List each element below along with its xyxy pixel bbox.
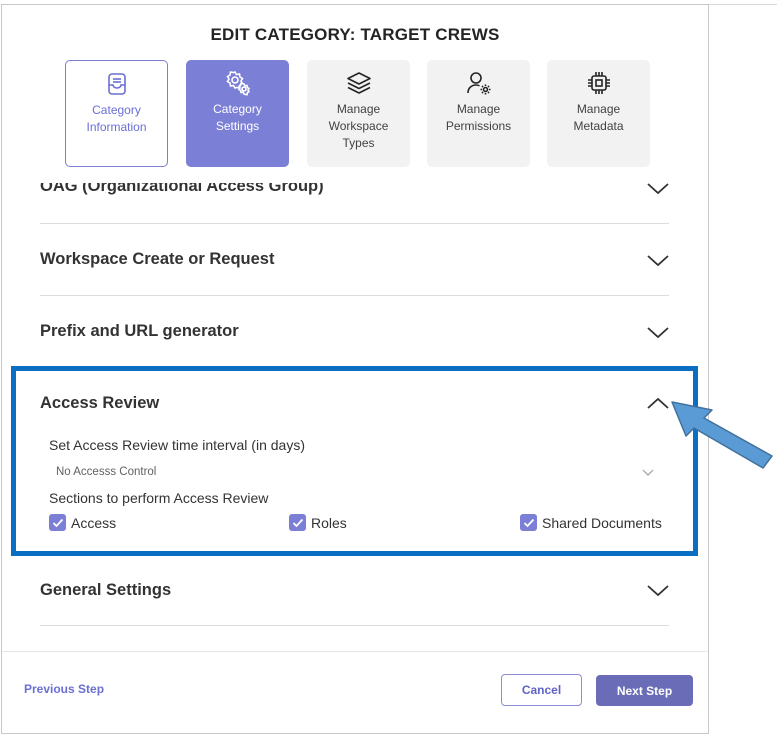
step-category-information[interactable]: Category Information bbox=[65, 60, 168, 167]
step-label-line1: Category bbox=[213, 102, 262, 116]
step-label-line2: Metadata bbox=[573, 119, 624, 133]
step-label-line1: Manage bbox=[336, 102, 381, 116]
divider bbox=[40, 295, 669, 296]
step-label-line3: Types bbox=[342, 136, 375, 150]
wizard-steps: Category Information Category Settings M… bbox=[65, 60, 655, 172]
divider bbox=[40, 625, 669, 626]
step-manage-metadata[interactable]: Manage Metadata bbox=[547, 60, 650, 167]
cancel-button[interactable]: Cancel bbox=[501, 674, 582, 706]
step-manage-permissions[interactable]: Manage Permissions bbox=[427, 60, 530, 167]
user-gear-icon bbox=[466, 72, 490, 95]
step-label-line1: Category bbox=[92, 103, 141, 117]
dialog-title: EDIT CATEGORY: TARGET CREWS bbox=[210, 25, 500, 44]
footer-divider bbox=[2, 651, 708, 652]
chip-icon bbox=[587, 72, 610, 94]
chevron-down-icon[interactable] bbox=[645, 325, 671, 341]
section-title-general-settings[interactable]: General Settings bbox=[40, 581, 171, 600]
layers-icon bbox=[346, 72, 371, 94]
step-label-line2: Workspace bbox=[328, 119, 389, 133]
next-step-button[interactable]: Next Step bbox=[596, 675, 693, 706]
step-category-settings[interactable]: Category Settings bbox=[186, 60, 289, 167]
section-title-oag[interactable]: OAG (Organizational Access Group) bbox=[40, 183, 324, 196]
divider bbox=[40, 223, 669, 224]
chevron-down-icon[interactable] bbox=[645, 183, 671, 197]
step-label-line1: Manage bbox=[576, 102, 621, 116]
step-label-line1: Manage bbox=[456, 102, 501, 116]
background-edge bbox=[709, 4, 777, 5]
section-title-workspace-create[interactable]: Workspace Create or Request bbox=[40, 250, 274, 269]
access-review-highlight-box bbox=[11, 366, 698, 556]
step-label-line2: Permissions bbox=[445, 119, 512, 133]
previous-step-link[interactable]: Previous Step bbox=[24, 682, 104, 696]
step-label-line2: Information bbox=[86, 120, 147, 134]
chevron-down-icon[interactable] bbox=[645, 253, 671, 269]
callout-arrow-icon bbox=[671, 401, 773, 469]
chevron-down-icon[interactable] bbox=[645, 583, 671, 599]
gear-icon bbox=[225, 71, 250, 96]
inbox-icon bbox=[107, 73, 126, 95]
step-label-line2: Settings bbox=[215, 119, 260, 133]
step-manage-workspace-types[interactable]: Manage Workspace Types bbox=[307, 60, 410, 167]
section-title-prefix-url[interactable]: Prefix and URL generator bbox=[40, 322, 239, 341]
